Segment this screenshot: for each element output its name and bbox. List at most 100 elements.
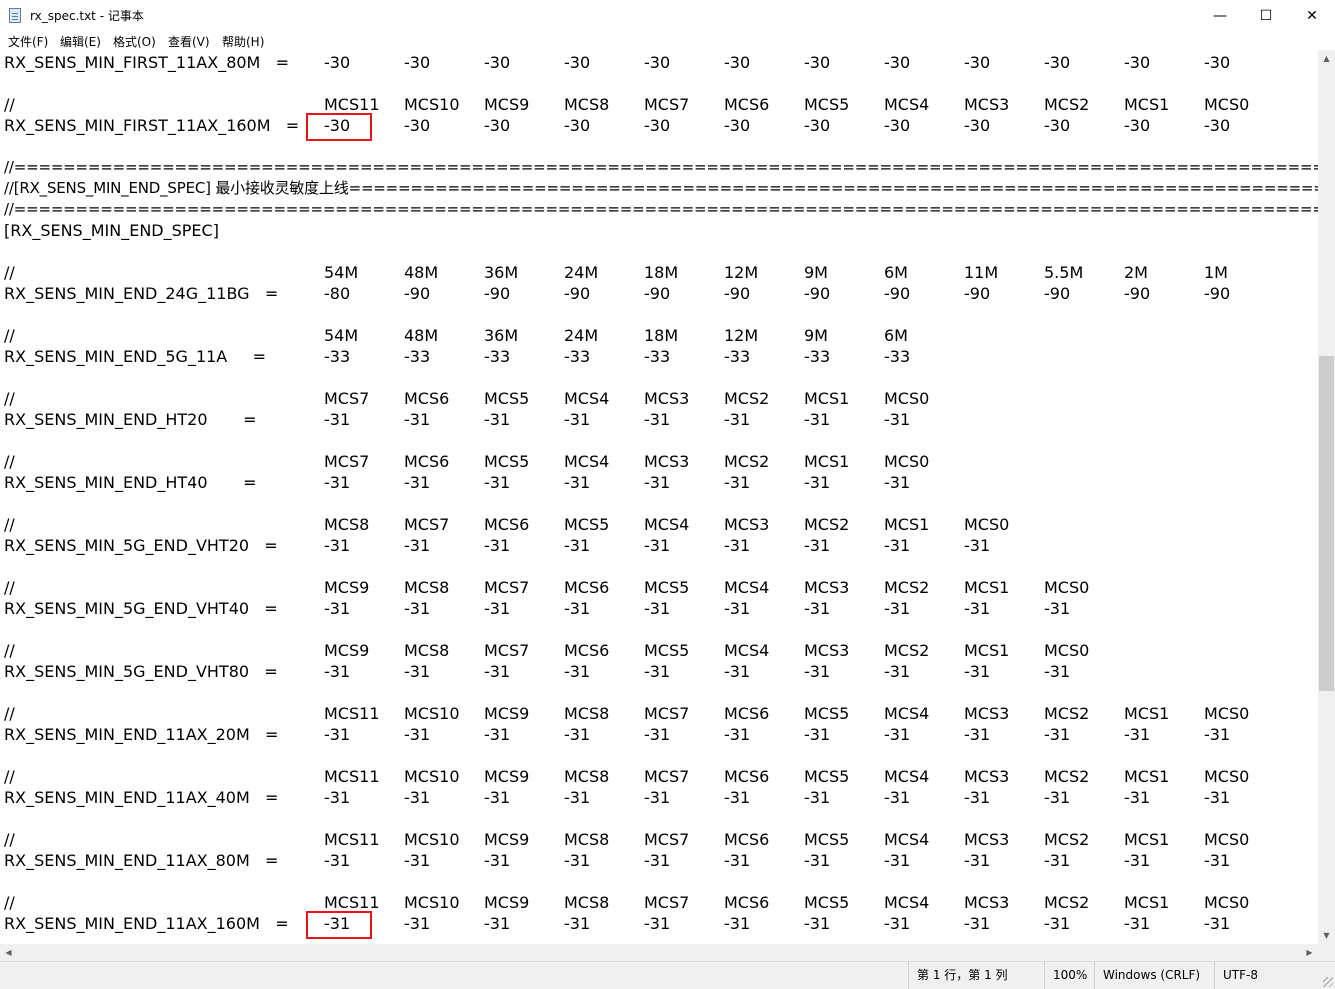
value-cell: -31 bbox=[404, 725, 431, 744]
value-cell: -31 bbox=[404, 851, 431, 870]
value-cell: MCS9 bbox=[324, 641, 370, 660]
value-cell: MCS0 bbox=[884, 452, 930, 471]
value-cell: MCS2 bbox=[884, 641, 930, 660]
value-cell: MCS8 bbox=[564, 893, 610, 912]
value-cell: -31 bbox=[644, 662, 671, 681]
menu-edit[interactable]: 编辑(E) bbox=[60, 33, 101, 50]
notepad-icon bbox=[9, 8, 21, 23]
value-cell: -30 bbox=[1204, 53, 1231, 72]
maximize-button[interactable]: ☐ bbox=[1243, 0, 1289, 31]
value-cell: -30 bbox=[1124, 53, 1151, 72]
value-cell: -90 bbox=[1044, 284, 1071, 303]
value-cell: -90 bbox=[724, 284, 751, 303]
value-cell: MCS7 bbox=[644, 893, 690, 912]
value-cell: MCS4 bbox=[884, 893, 930, 912]
value-cell: MCS4 bbox=[884, 95, 930, 114]
close-button[interactable]: ✕ bbox=[1289, 0, 1335, 31]
scroll-left-icon[interactable]: ◀ bbox=[0, 944, 17, 961]
value-cell: 9M bbox=[804, 263, 828, 282]
config-key: RX_SENS_MIN_END_HT20 = bbox=[4, 410, 257, 429]
menu-view[interactable]: 查看(V) bbox=[168, 33, 210, 50]
scroll-up-icon[interactable]: ▲ bbox=[1318, 50, 1335, 67]
value-cell: MCS0 bbox=[1044, 641, 1090, 660]
comment-marker: // bbox=[4, 95, 15, 114]
menu-format[interactable]: 格式(O) bbox=[113, 33, 156, 50]
config-key: RX_SENS_MIN_END_11AX_80M = bbox=[4, 851, 279, 870]
value-cell: -90 bbox=[404, 284, 431, 303]
value-cell: MCS6 bbox=[724, 767, 770, 786]
value-cell: MCS10 bbox=[404, 95, 460, 114]
value-cell: -31 bbox=[644, 851, 671, 870]
value-cell: MCS8 bbox=[564, 767, 610, 786]
comment-marker: // bbox=[4, 452, 15, 471]
menu-help[interactable]: 帮助(H) bbox=[222, 33, 264, 50]
value-cell: -33 bbox=[644, 347, 671, 366]
vertical-scrollbar[interactable]: ▲ ▼ bbox=[1318, 50, 1335, 944]
menu-file[interactable]: 文件(F) bbox=[8, 33, 48, 50]
value-cell: -31 bbox=[724, 851, 751, 870]
value-cell: -30 bbox=[484, 53, 511, 72]
value-cell: -31 bbox=[644, 725, 671, 744]
text-editor[interactable]: RX_SENS_MIN_FIRST_11AX_80M = -30 -30 -30 -30… bbox=[0, 50, 1318, 944]
comment-marker: // bbox=[4, 578, 15, 597]
value-cell: -31 bbox=[484, 788, 511, 807]
vertical-scroll-thumb[interactable] bbox=[1319, 356, 1334, 691]
value-cell: -31 bbox=[724, 410, 751, 429]
value-cell: -31 bbox=[484, 662, 511, 681]
value-cell: -31 bbox=[804, 914, 831, 933]
value-cell: MCS7 bbox=[644, 704, 690, 723]
status-bar: 第 1 行，第 1 列 100% Windows (CRLF) UTF-8 bbox=[0, 961, 1335, 989]
value-cell: 6M bbox=[884, 326, 908, 345]
value-cell: MCS1 bbox=[1124, 95, 1170, 114]
value-cell: -31 bbox=[644, 914, 671, 933]
value-cell: MCS11 bbox=[324, 767, 380, 786]
minimize-button[interactable]: — bbox=[1197, 0, 1243, 31]
value-cell: -31 bbox=[564, 914, 591, 933]
title-bar: rx_spec.txt - 记事本 — ☐ ✕ bbox=[0, 0, 1335, 32]
value-cell: -30 bbox=[1204, 116, 1231, 135]
value-cell: MCS1 bbox=[1124, 893, 1170, 912]
value-cell: -31 bbox=[564, 851, 591, 870]
config-key: RX_SENS_MIN_END_11AX_160M = bbox=[4, 914, 289, 933]
value-cell: 9M bbox=[804, 326, 828, 345]
value-cell: -31 bbox=[804, 662, 831, 681]
notepad-window: rx_spec.txt - 记事本 — ☐ ✕ 文件(F) 编辑(E) 格式(O… bbox=[0, 0, 1335, 989]
value-cell: MCS11 bbox=[324, 830, 380, 849]
value-cell: MCS3 bbox=[964, 830, 1010, 849]
value-cell: MCS10 bbox=[404, 830, 460, 849]
comment-marker: // bbox=[4, 830, 15, 849]
value-cell: MCS2 bbox=[724, 389, 770, 408]
value-cell: -30 bbox=[1124, 116, 1151, 135]
separator-comment: //======================================… bbox=[4, 158, 1318, 176]
value-cell: -31 bbox=[804, 536, 831, 555]
window-title: rx_spec.txt - 记事本 bbox=[30, 9, 144, 23]
value-cell: MCS9 bbox=[484, 767, 530, 786]
value-cell: -30 bbox=[404, 53, 431, 72]
value-cell: MCS8 bbox=[404, 578, 450, 597]
value-cell: MCS5 bbox=[564, 515, 610, 534]
value-cell: MCS3 bbox=[724, 515, 770, 534]
scroll-down-icon[interactable]: ▼ bbox=[1318, 927, 1335, 944]
value-cell: -31 bbox=[804, 851, 831, 870]
value-cell: MCS4 bbox=[644, 515, 690, 534]
value-cell: 5.5M bbox=[1044, 263, 1084, 282]
value-cell: MCS1 bbox=[804, 452, 850, 471]
resize-grip-icon[interactable] bbox=[1323, 977, 1333, 987]
value-cell: -31 bbox=[964, 536, 991, 555]
value-cell: -30 bbox=[724, 116, 751, 135]
value-cell: MCS5 bbox=[804, 893, 850, 912]
value-cell: 12M bbox=[724, 263, 759, 282]
value-cell: -31 bbox=[404, 473, 431, 492]
horizontal-scrollbar[interactable]: ◀ ▶ bbox=[0, 944, 1318, 961]
config-key: RX_SENS_MIN_5G_END_VHT20 = bbox=[4, 536, 278, 555]
value-cell: MCS2 bbox=[804, 515, 850, 534]
value-cell: -31 bbox=[1044, 662, 1071, 681]
value-cell: -31 bbox=[964, 851, 991, 870]
value-cell: -31 bbox=[484, 599, 511, 618]
value-cell: MCS7 bbox=[644, 767, 690, 786]
scroll-right-icon[interactable]: ▶ bbox=[1301, 944, 1318, 961]
value-cell: MCS2 bbox=[1044, 704, 1090, 723]
value-cell: MCS1 bbox=[1124, 704, 1170, 723]
value-cell: -90 bbox=[644, 284, 671, 303]
value-cell: -31 bbox=[804, 599, 831, 618]
